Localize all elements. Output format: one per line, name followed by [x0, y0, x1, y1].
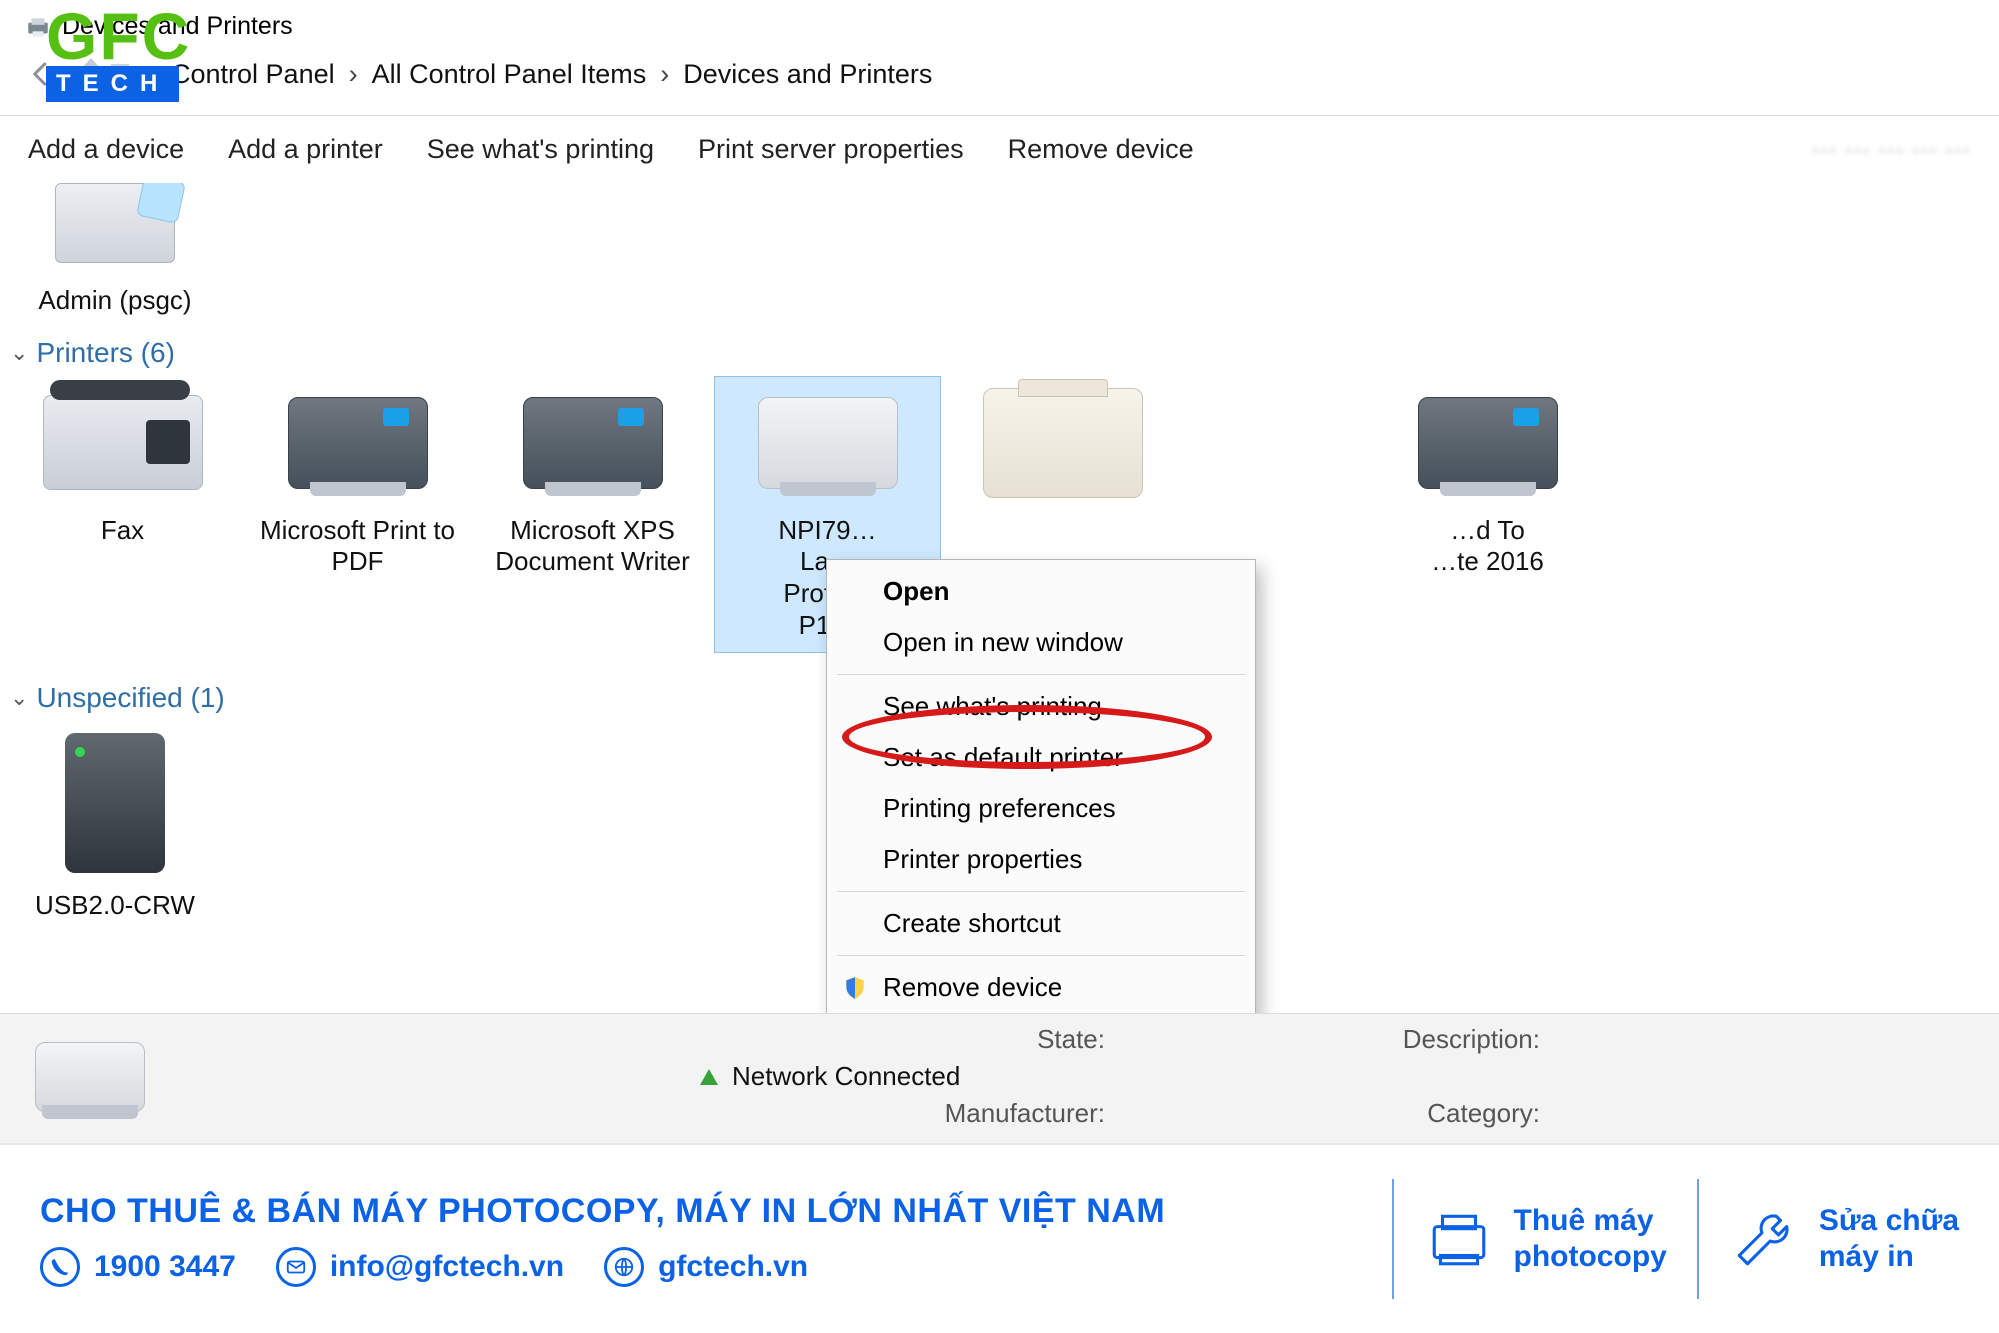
breadcrumb-item[interactable]: All Control Panel Items — [372, 59, 647, 90]
menu-item-printing-preferences[interactable]: Printing preferences — [827, 783, 1255, 834]
chevron-right-icon: › — [660, 59, 669, 90]
footer-service-photocopy[interactable]: Thuê máy photocopy — [1424, 1203, 1667, 1275]
footer-phone-text: 1900 3447 — [94, 1250, 236, 1284]
printer-icon — [1403, 383, 1573, 503]
add-device-button[interactable]: Add a device — [28, 134, 184, 165]
globe-icon — [604, 1247, 644, 1287]
state-label: State: — [700, 1024, 1105, 1055]
chevron-down-icon: ⌄ — [10, 685, 28, 711]
location-icon — [78, 52, 134, 96]
device-label: Microsoft Print to PDF — [249, 515, 466, 578]
print-server-properties-button[interactable]: Print server properties — [698, 134, 964, 165]
service-line2: máy in — [1819, 1239, 1959, 1275]
printer-item[interactable]: Microsoft XPS Document Writer — [480, 377, 705, 588]
remove-device-button[interactable]: Remove device — [1008, 134, 1194, 165]
group-header-printers[interactable]: ⌄ Printers (6) — [10, 337, 1989, 369]
computer-icon — [30, 183, 200, 273]
footer-banner: CHO THUÊ & BÁN MÁY PHOTOCOPY, MÁY IN LỚN… — [0, 1143, 1999, 1333]
menu-item-label: Remove device — [883, 972, 1062, 1002]
menu-item-printer-properties[interactable]: Printer properties — [827, 834, 1255, 885]
uac-shield-icon — [841, 974, 869, 1002]
device-label: …d To …te 2016 — [1431, 515, 1544, 578]
storage-device-icon — [30, 728, 200, 878]
context-menu: Open Open in new window See what's print… — [826, 559, 1256, 1013]
state-value: Network Connected — [732, 1061, 960, 1092]
manufacturer-label: Manufacturer: — [700, 1098, 1105, 1129]
details-pane-thumbnail — [20, 1024, 160, 1129]
device-item[interactable]: USB2.0-CRW — [10, 722, 220, 932]
network-status-icon — [700, 1061, 722, 1092]
device-label: Fax — [101, 515, 144, 547]
footer-email[interactable]: info@gfctech.vn — [276, 1247, 564, 1287]
menu-separator — [837, 891, 1245, 892]
menu-separator — [837, 955, 1245, 956]
see-whats-printing-button[interactable]: See what's printing — [427, 134, 654, 165]
phone-icon — [40, 1247, 80, 1287]
menu-item-remove-device[interactable]: Remove device — [827, 962, 1255, 1013]
footer-service-repair[interactable]: Sửa chữa máy in — [1729, 1203, 1959, 1275]
menu-item-see-whats-printing[interactable]: See what's printing — [827, 681, 1255, 732]
content-area: Admin (psgc) ⌄ Printers (6) Fax Microsof… — [0, 183, 1999, 1013]
printer-item[interactable]: …d To …te 2016 — [1375, 377, 1600, 588]
category-label: Category: — [1135, 1098, 1540, 1129]
group-header-label: Printers (6) — [36, 337, 174, 369]
window-title: Devices and Printers — [62, 12, 293, 41]
description-label: Description: — [1135, 1024, 1540, 1055]
footer-phone[interactable]: 1900 3447 — [40, 1247, 236, 1287]
breadcrumb-item[interactable]: Control Panel — [171, 59, 335, 90]
printer-item[interactable]: Microsoft Print to PDF — [245, 377, 470, 588]
command-bar: Add a device Add a printer See what's pr… — [0, 116, 1999, 183]
printer-icon — [273, 383, 443, 503]
service-line1: Sửa chữa — [1819, 1203, 1959, 1239]
menu-item-create-shortcut[interactable]: Create shortcut — [827, 898, 1255, 949]
service-line1: Thuê máy — [1514, 1203, 1667, 1239]
blurred-toolbar-area: ··· ··· ··· ··· ··· — [1812, 136, 1971, 163]
breadcrumb: › Control Panel › All Control Panel Item… — [148, 59, 932, 90]
printer-icon — [743, 383, 913, 503]
breadcrumb-item[interactable]: Devices and Printers — [683, 59, 932, 90]
menu-item-set-default-printer[interactable]: Set as default printer — [827, 732, 1255, 783]
add-printer-button[interactable]: Add a printer — [228, 134, 383, 165]
menu-item-open[interactable]: Open — [827, 566, 1255, 617]
footer-website[interactable]: gfctech.vn — [604, 1247, 808, 1287]
printer-icon — [978, 383, 1148, 503]
details-pane: State: Description: Network Connected Ma… — [0, 1013, 1999, 1143]
device-label: Microsoft XPS Document Writer — [484, 515, 701, 578]
address-bar: › Control Panel › All Control Panel Item… — [0, 51, 1999, 116]
footer-email-text: info@gfctech.vn — [330, 1250, 564, 1284]
chevron-right-icon: › — [349, 59, 358, 90]
divider — [1392, 1179, 1394, 1299]
printer-item-fax[interactable]: Fax — [10, 377, 235, 557]
titlebar: Devices and Printers — [0, 0, 1999, 51]
back-button[interactable] — [18, 51, 64, 97]
chevron-right-icon: › — [148, 59, 157, 90]
device-item[interactable]: Admin (psgc) — [10, 183, 220, 327]
devices-printers-icon — [24, 13, 52, 41]
chevron-down-icon: ⌄ — [10, 340, 28, 366]
footer-website-text: gfctech.vn — [658, 1250, 808, 1284]
fax-icon — [38, 383, 208, 503]
printer-item[interactable] — [950, 377, 1175, 525]
footer-headline: CHO THUÊ & BÁN MÁY PHOTOCOPY, MÁY IN LỚN… — [40, 1192, 1165, 1231]
device-label: Admin (psgc) — [38, 285, 191, 317]
device-label: USB2.0-CRW — [35, 890, 195, 922]
menu-item-open-new-window[interactable]: Open in new window — [827, 617, 1255, 668]
service-line2: photocopy — [1514, 1239, 1667, 1275]
menu-separator — [837, 674, 1245, 675]
printer-icon — [508, 383, 678, 503]
copier-icon — [1424, 1204, 1494, 1274]
divider — [1697, 1179, 1699, 1299]
group-header-label: Unspecified (1) — [36, 682, 224, 714]
wrench-icon — [1729, 1204, 1799, 1274]
mail-icon — [276, 1247, 316, 1287]
